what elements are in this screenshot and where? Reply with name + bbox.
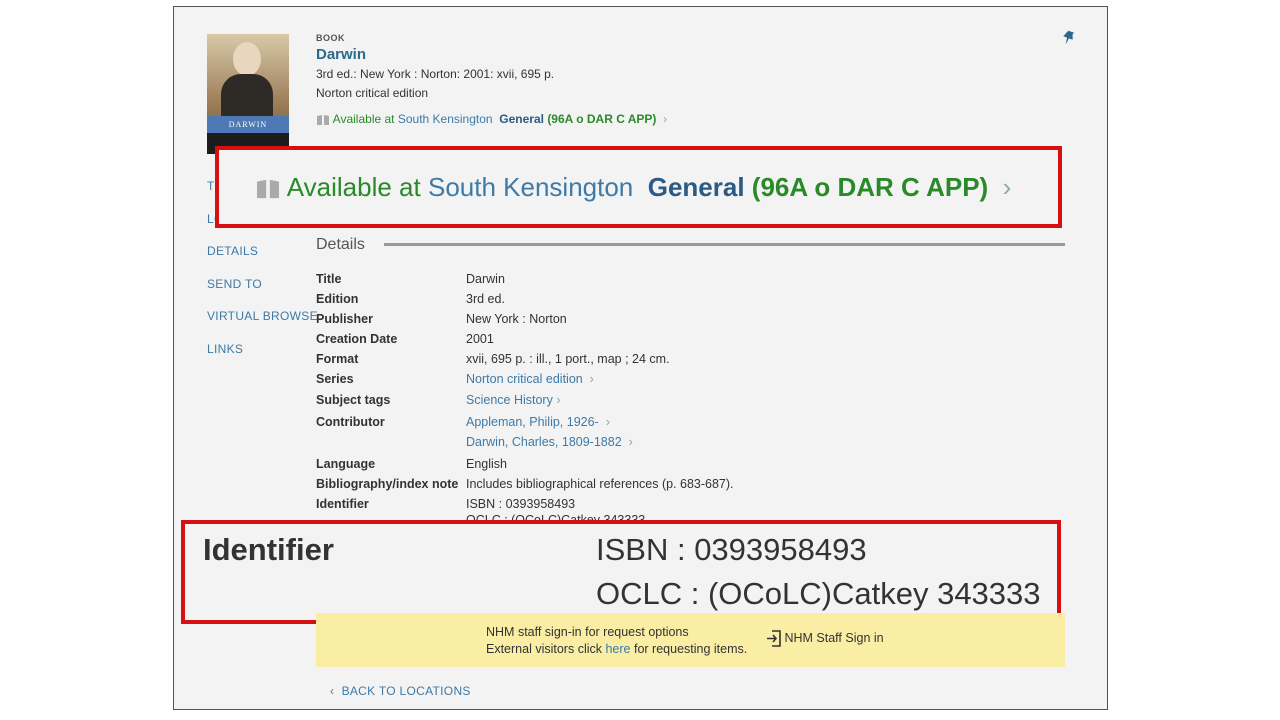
subject-link[interactable]: Science History › xyxy=(466,393,561,407)
record-type: BOOK xyxy=(316,33,345,43)
contributor-link-text: Appleman, Philip, 1926- xyxy=(466,415,599,429)
detail-label: Contributor xyxy=(316,415,385,429)
staff-signin-button[interactable]: NHM Staff Sign in xyxy=(766,630,884,647)
detail-label: Edition xyxy=(316,292,359,306)
availability-location: General xyxy=(499,112,544,126)
record-series: Norton critical edition xyxy=(316,86,429,100)
contributor-link[interactable]: Appleman, Philip, 1926- › xyxy=(466,415,610,429)
contributor-link[interactable]: Darwin, Charles, 1809-1882 › xyxy=(466,435,633,449)
record-title[interactable]: Darwin xyxy=(316,46,366,63)
signin-banner: NHM staff sign-in for request options Ex… xyxy=(316,613,1065,667)
availability-library: South Kensington xyxy=(397,112,493,126)
pin-icon[interactable] xyxy=(1061,30,1075,51)
staff-signin-label: NHM Staff Sign in xyxy=(784,630,884,645)
series-link-text: Norton critical edition xyxy=(466,372,583,386)
chevron-right-icon: › xyxy=(556,393,561,407)
visitor-request-link[interactable]: here xyxy=(605,642,630,656)
detail-label: Subject tags xyxy=(316,393,391,407)
detail-value: New York : Norton xyxy=(466,312,567,326)
chevron-right-icon: › xyxy=(625,435,633,449)
details-divider xyxy=(384,243,1065,246)
availability-line[interactable]: Available at South Kensington General (9… xyxy=(316,112,667,126)
details-heading: Details xyxy=(316,236,365,253)
chevron-right-icon: › xyxy=(602,415,610,429)
detail-label: Title xyxy=(316,272,342,286)
record-publication: 3rd ed.: New York : Norton: 2001: xvii, … xyxy=(316,67,555,81)
detail-value: Includes bibliographical references (p. … xyxy=(466,477,734,491)
callout-availability: Available at South Kensington General (9… xyxy=(255,172,1011,203)
callout-library: South Kensington xyxy=(427,172,634,202)
signin-line2-post: for requesting items. xyxy=(634,642,748,656)
book-icon xyxy=(257,179,279,199)
detail-label: Identifier xyxy=(316,497,369,511)
detail-label: Creation Date xyxy=(316,332,398,346)
cover-portrait-face xyxy=(233,42,261,76)
callout-isbn: ISBN : 0393958493 xyxy=(596,532,867,567)
availability-callout: Available at South Kensington General (9… xyxy=(215,146,1062,228)
contributor-link-text: Darwin, Charles, 1809-1882 xyxy=(466,435,622,449)
detail-label: Series xyxy=(316,372,354,386)
detail-value: 3rd ed. xyxy=(466,292,505,306)
nav-item-links[interactable]: LINKS xyxy=(207,342,243,356)
identifier-callout: Identifier ISBN : 0393958493 OCLC : (OCo… xyxy=(181,520,1061,624)
chevron-right-icon: › xyxy=(1002,172,1012,202)
callout-identifier-label: Identifier xyxy=(203,532,334,567)
chevron-right-icon: › xyxy=(663,112,668,126)
callout-location: General xyxy=(647,172,745,202)
nav-item-virtual-browse[interactable]: VIRTUAL BROWSE xyxy=(207,309,318,323)
nav-item-send-to[interactable]: SEND TO xyxy=(207,277,262,291)
chevron-left-icon: ‹ xyxy=(330,684,342,698)
callout-oclc: OCLC : (OCoLC)Catkey 343333 xyxy=(596,576,1041,611)
callout-prefix: Available at xyxy=(286,172,421,202)
detail-value: English xyxy=(466,457,507,471)
back-to-locations-link[interactable]: ‹ BACK TO LOCATIONS xyxy=(330,684,471,698)
callout-callnumber: (96A o DAR C APP) xyxy=(751,172,989,202)
chevron-right-icon: › xyxy=(586,372,594,386)
detail-label: Bibliography/index note xyxy=(316,477,459,491)
nav-item-details[interactable]: DETAILS xyxy=(207,244,258,258)
detail-label: Format xyxy=(316,352,359,366)
back-label: BACK TO LOCATIONS xyxy=(341,684,471,698)
book-icon xyxy=(317,114,329,125)
availability-callnumber: (96A o DAR C APP) xyxy=(547,112,657,126)
book-cover[interactable]: DARWIN xyxy=(207,34,289,154)
subject-link-text: Science History xyxy=(466,393,553,407)
detail-value: ISBN : 0393958493 xyxy=(466,497,576,511)
availability-prefix: Available at xyxy=(332,112,395,126)
detail-label: Language xyxy=(316,457,376,471)
sign-in-icon xyxy=(767,630,781,647)
detail-value: xvii, 695 p. : ill., 1 port., map ; 24 c… xyxy=(466,352,670,366)
series-link[interactable]: Norton critical edition › xyxy=(466,372,594,386)
detail-label: Publisher xyxy=(316,312,373,326)
cover-title: DARWIN xyxy=(207,116,289,133)
signin-line2-pre: External visitors click xyxy=(486,642,602,656)
detail-value: 2001 xyxy=(466,332,494,346)
cover-portrait-body xyxy=(221,74,273,116)
detail-value: Darwin xyxy=(466,272,505,286)
signin-line1: NHM staff sign-in for request options xyxy=(486,625,689,639)
signin-line2: External visitors click here for request… xyxy=(486,642,747,656)
